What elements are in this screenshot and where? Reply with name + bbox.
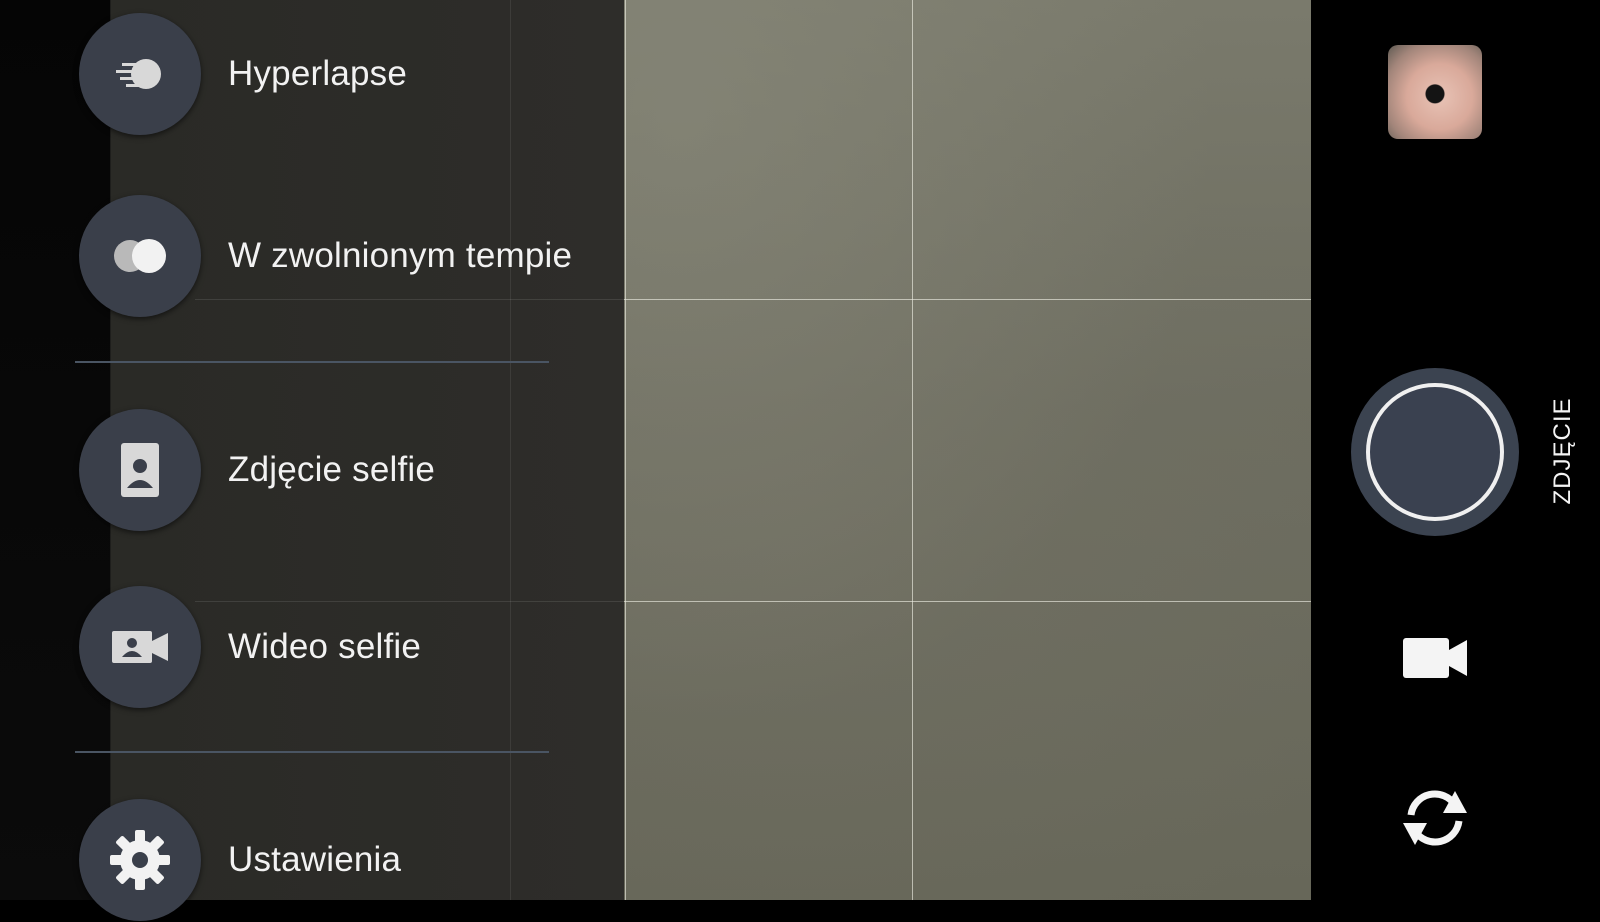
video-camera-icon <box>1403 638 1467 678</box>
grid-line-vertical-2 <box>912 0 913 900</box>
current-mode-label: ZDJĘCIE <box>1549 397 1576 505</box>
shutter-icon <box>1366 383 1504 521</box>
selfie-photo-icon <box>79 409 201 531</box>
menu-item-hyperlapse[interactable]: Hyperlapse <box>79 12 619 136</box>
menu-item-label: Hyperlapse <box>228 54 408 93</box>
gear-icon <box>79 799 201 921</box>
menu-divider <box>75 361 549 363</box>
shutter-button[interactable] <box>1351 368 1519 536</box>
menu-item-label: Zdjęcie selfie <box>228 450 436 489</box>
gallery-thumbnail[interactable] <box>1388 45 1482 139</box>
menu-item-settings[interactable]: Ustawienia <box>79 798 619 922</box>
selfie-video-icon <box>79 586 201 708</box>
menu-item-slow-motion[interactable]: W zwolnionym tempie <box>79 194 619 318</box>
switch-camera-icon <box>1403 790 1467 846</box>
menu-item-label: Ustawienia <box>228 840 402 879</box>
menu-item-label: W zwolnionym tempie <box>228 236 573 275</box>
switch-camera-button[interactable] <box>1393 780 1477 856</box>
slow-motion-icon <box>79 195 201 317</box>
menu-item-selfie-photo[interactable]: Zdjęcie selfie <box>79 408 619 532</box>
hyperlapse-icon <box>79 13 201 135</box>
menu-item-label: Wideo selfie <box>228 627 422 666</box>
video-record-button[interactable] <box>1400 630 1472 686</box>
menu-item-selfie-video[interactable]: Wideo selfie <box>79 585 619 709</box>
camera-mode-menu: Hyperlapse W zwolnionym tempie Zdjęcie s… <box>0 0 624 921</box>
grid-line-vertical-1 <box>625 0 626 900</box>
menu-divider <box>75 751 549 753</box>
